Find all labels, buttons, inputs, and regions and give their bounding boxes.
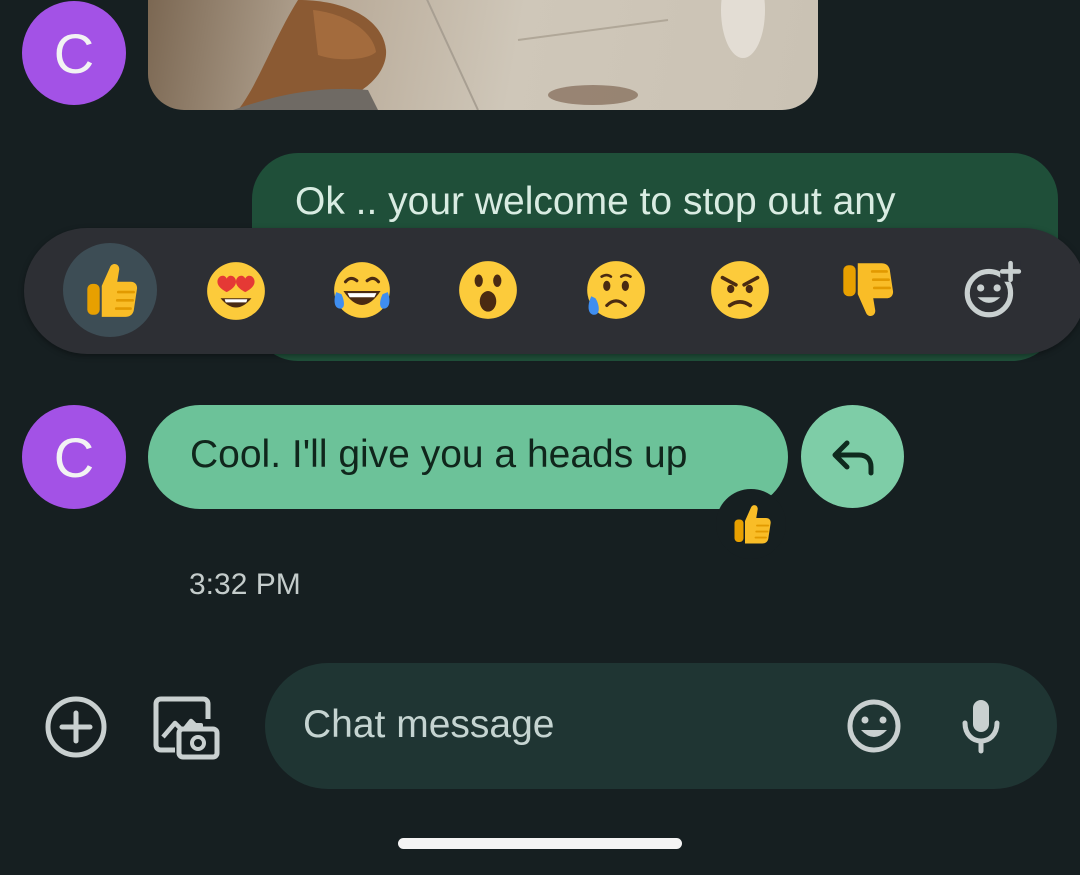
add-reaction-icon (964, 260, 1022, 318)
angry-icon (711, 261, 769, 319)
thumbs-up-icon (734, 505, 771, 544)
reaction-picker (24, 228, 1080, 354)
chat-message-placeholder: Chat message (303, 703, 555, 746)
thumbs-up-icon (87, 264, 138, 317)
received-message-text: Cool. I'll give you a heads up (190, 433, 688, 476)
thumbs-down-icon (843, 263, 894, 316)
add-attachment-button[interactable] (43, 694, 109, 760)
reply-icon (832, 440, 873, 475)
tears-of-joy-reaction[interactable] (315, 243, 409, 337)
emoji-icon (847, 699, 901, 753)
reply-button[interactable] (801, 405, 904, 508)
plus-circle-icon (45, 696, 107, 758)
sent-message-text: Ok .. your welcome to stop out any (295, 180, 896, 223)
surprised-reaction[interactable] (441, 243, 535, 337)
photo-image (233, 0, 765, 110)
angry-reaction[interactable] (693, 243, 787, 337)
photo-message[interactable] (148, 0, 818, 110)
sender-avatar[interactable]: C (22, 405, 126, 509)
voice-input-button[interactable] (953, 695, 1009, 757)
thumbs-down-reaction[interactable] (819, 243, 913, 337)
sender-avatar[interactable]: C (22, 1, 126, 105)
heart-eyes-reaction[interactable] (189, 243, 283, 337)
add-reaction-button[interactable] (945, 243, 1039, 337)
home-indicator[interactable] (398, 838, 682, 849)
sad-sweat-reaction[interactable] (567, 243, 661, 337)
message-reaction-badge[interactable] (716, 489, 786, 559)
sad-sweat-icon (587, 261, 645, 319)
gallery-camera-button[interactable] (150, 692, 222, 762)
gallery-camera-icon (153, 696, 220, 760)
emoji-button[interactable] (843, 695, 905, 757)
microphone-icon (962, 700, 1000, 754)
surprised-icon (459, 261, 517, 319)
tears-of-joy-icon (334, 262, 390, 318)
thumbs-up-reaction[interactable] (63, 243, 157, 337)
heart-eyes-icon (207, 262, 265, 320)
message-timestamp: 3:32 PM (189, 568, 301, 601)
